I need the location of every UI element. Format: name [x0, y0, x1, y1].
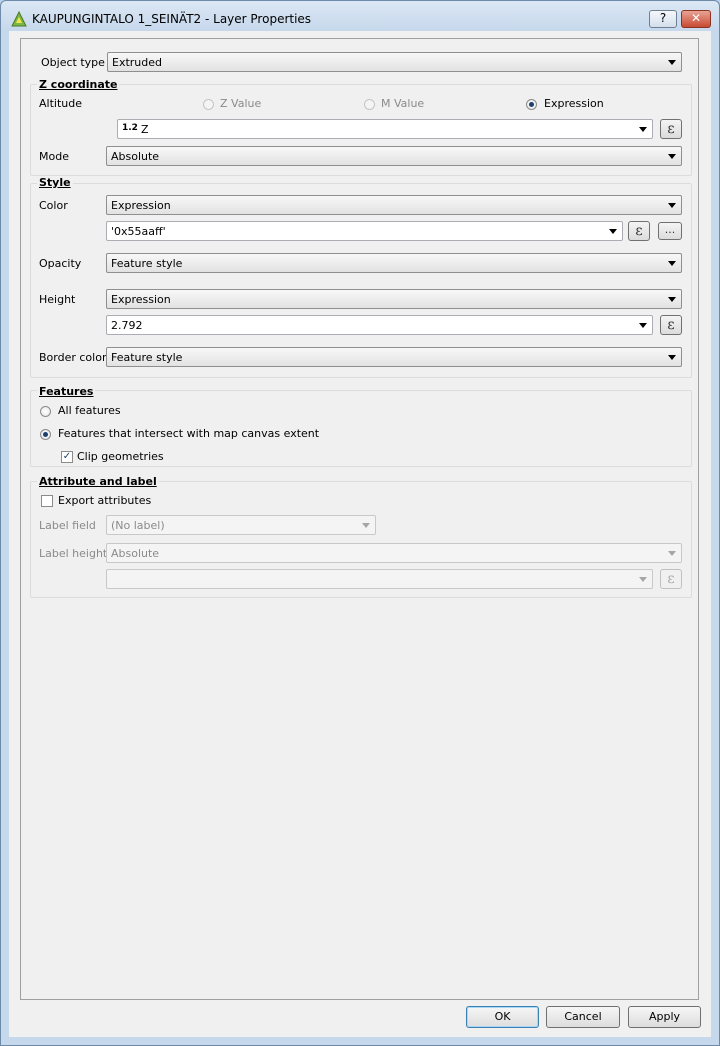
mode-label: Mode: [39, 150, 69, 163]
label-height-expression-combo[interactable]: [106, 569, 653, 589]
intersect-features-label: Features that intersect with map canvas …: [58, 427, 320, 440]
label-field-label: Label field: [39, 519, 96, 532]
all-features-label: All features: [58, 404, 121, 417]
color-combo[interactable]: Expression: [106, 195, 682, 215]
altitude-expression-value: Z: [141, 123, 149, 136]
all-features-radio[interactable]: [40, 406, 51, 417]
intersect-features-radio[interactable]: [40, 429, 51, 440]
attribute-label-title: Attribute and label: [37, 475, 159, 488]
clip-geometries-checkbox[interactable]: ✓: [61, 451, 73, 463]
opacity-value: Feature style: [111, 257, 183, 270]
z-value-radio[interactable]: [203, 99, 214, 110]
chevron-down-icon: [639, 577, 647, 582]
expression-icon: ε: [635, 223, 643, 239]
dialog-window: KAUPUNGINTALO 1_SEINÄT2 - Layer Properti…: [0, 0, 720, 1046]
z-coordinate-title: Z coordinate: [37, 78, 120, 91]
chevron-down-icon: [362, 523, 370, 528]
cancel-button[interactable]: Cancel: [546, 1006, 620, 1028]
label-height-value: Absolute: [111, 547, 160, 560]
features-title: Features: [37, 385, 96, 398]
label-height-combo[interactable]: Absolute: [106, 543, 682, 563]
m-value-label: M Value: [381, 97, 425, 110]
chevron-down-icon: [639, 323, 647, 328]
chevron-down-icon: [668, 261, 676, 266]
color-label: Color: [39, 199, 68, 212]
color-more-button[interactable]: ...: [658, 222, 682, 240]
altitude-expression-combo[interactable]: 1.2 Z: [117, 119, 653, 139]
checkmark-icon: ✓: [62, 451, 72, 462]
m-value-radio[interactable]: [364, 99, 375, 110]
ok-button[interactable]: OK: [466, 1006, 539, 1028]
expression-radio-label: Expression: [544, 97, 604, 110]
opacity-label: Opacity: [39, 257, 82, 270]
help-button[interactable]: ?: [649, 10, 677, 28]
color-value: Expression: [111, 199, 171, 212]
expression-icon: ε: [667, 317, 675, 333]
color-expression-combo[interactable]: '0x55aaff': [106, 221, 623, 241]
label-height-label: Label height: [39, 547, 108, 560]
border-color-value: Feature style: [111, 351, 183, 364]
close-icon: ✕: [690, 11, 702, 25]
qgis-app-icon: [11, 11, 27, 27]
expression-radio[interactable]: [526, 99, 537, 110]
export-attributes-label: Export attributes: [58, 494, 152, 507]
altitude-expression-button[interactable]: ε: [660, 119, 682, 139]
object-type-label: Object type: [41, 56, 105, 69]
close-button[interactable]: ✕: [681, 10, 711, 28]
dialog-client: Object type Extruded Z coordinate Altitu…: [9, 31, 711, 1037]
style-title: Style: [37, 176, 73, 189]
chevron-down-icon: [668, 551, 676, 556]
object-type-combo[interactable]: Extruded: [107, 52, 682, 72]
properties-panel: Object type Extruded Z coordinate Altitu…: [20, 38, 699, 1000]
label-field-combo[interactable]: (No label): [106, 515, 376, 535]
chevron-down-icon: [668, 60, 676, 65]
height-expression-combo[interactable]: 2.792: [106, 315, 653, 335]
border-color-label: Border color: [39, 351, 107, 364]
label-height-expression-button[interactable]: ε: [660, 569, 682, 589]
chevron-down-icon: [668, 203, 676, 208]
color-expression-value: '0x55aaff': [111, 225, 166, 238]
export-attributes-checkbox[interactable]: [41, 495, 53, 507]
height-combo[interactable]: Expression: [106, 289, 682, 309]
chevron-down-icon: [609, 229, 617, 234]
label-field-value: (No label): [111, 519, 165, 532]
height-label: Height: [39, 293, 76, 306]
mode-combo[interactable]: Absolute: [106, 146, 682, 166]
chevron-down-icon: [639, 127, 647, 132]
height-expression-value: 2.792: [111, 319, 143, 332]
chevron-down-icon: [668, 355, 676, 360]
z-value-label: Z Value: [220, 97, 262, 110]
object-type-value: Extruded: [112, 56, 162, 69]
height-expression-button[interactable]: ε: [660, 315, 682, 335]
chevron-down-icon: [668, 154, 676, 159]
color-expression-button[interactable]: ε: [628, 221, 650, 241]
chevron-down-icon: [668, 297, 676, 302]
opacity-combo[interactable]: Feature style: [106, 253, 682, 273]
apply-button[interactable]: Apply: [628, 1006, 701, 1028]
expression-icon: ε: [667, 571, 675, 587]
number-type-icon: 1.2: [122, 123, 138, 133]
expression-icon: ε: [667, 121, 675, 137]
border-color-combo[interactable]: Feature style: [106, 347, 682, 367]
mode-value: Absolute: [111, 150, 160, 163]
height-value: Expression: [111, 293, 171, 306]
altitude-label: Altitude: [39, 97, 82, 110]
window-title: KAUPUNGINTALO 1_SEINÄT2 - Layer Properti…: [32, 12, 312, 26]
clip-geometries-label: Clip geometries: [77, 450, 164, 463]
